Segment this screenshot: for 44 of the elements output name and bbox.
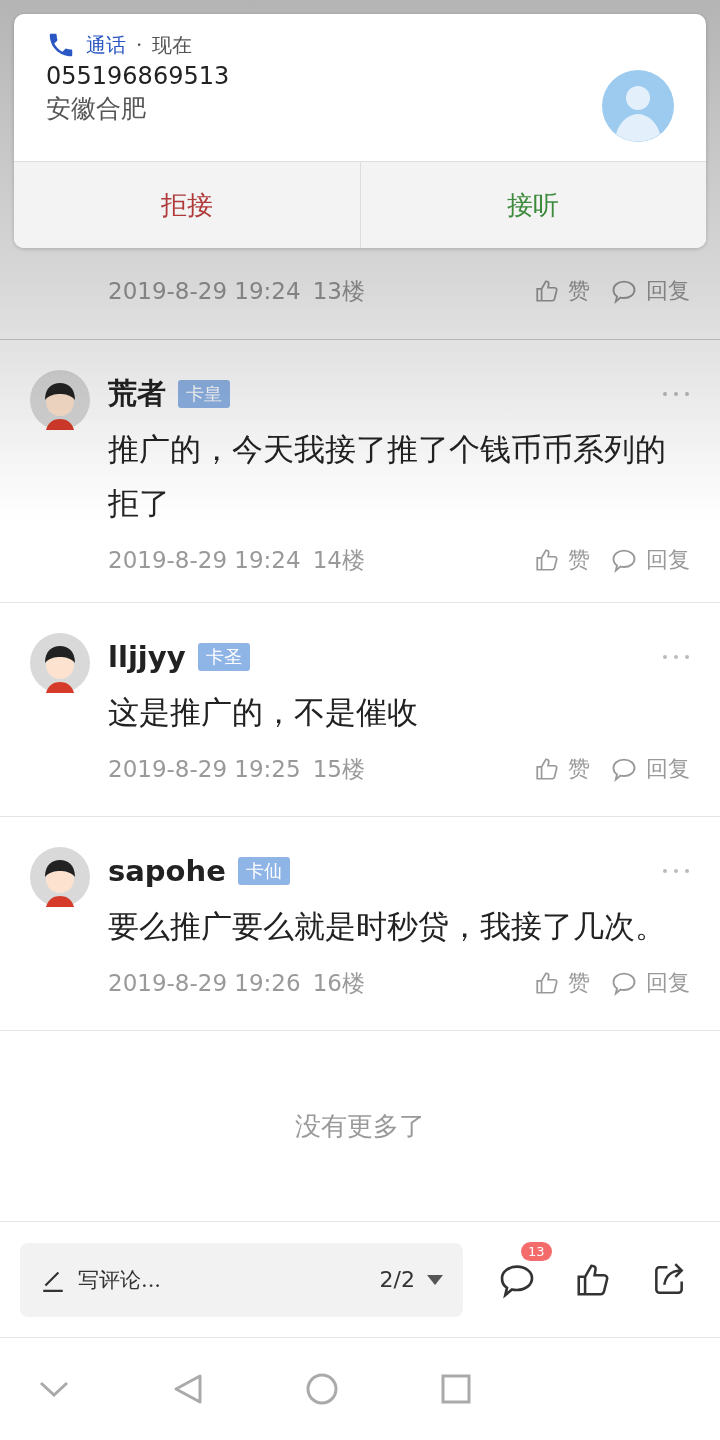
contact-avatar bbox=[602, 70, 674, 142]
comment-text: 这是推广的，不是催收 bbox=[108, 693, 419, 732]
thumbs-up-icon bbox=[534, 278, 560, 304]
rank-badge: 卡圣 bbox=[197, 643, 250, 671]
caller-location: 安徽合肥 bbox=[46, 93, 147, 125]
caret-icon[interactable] bbox=[427, 1274, 443, 1285]
notification-time: 现在 bbox=[152, 31, 193, 59]
app-name: 通话 bbox=[86, 31, 126, 59]
user-name[interactable]: sapohe bbox=[108, 854, 226, 888]
post-time: 2019-8-29 19:24 bbox=[108, 547, 301, 573]
post-time: 2019-8-29 19:26 bbox=[108, 970, 301, 996]
thumbs-up-icon bbox=[534, 970, 560, 996]
thumbs-up-icon bbox=[534, 756, 560, 782]
comment-input[interactable]: 写评论... 2/2 bbox=[20, 1242, 463, 1317]
reply-button[interactable]: 回复 bbox=[610, 968, 690, 998]
reply-button[interactable]: 回复 bbox=[610, 276, 690, 306]
rank-badge: 卡皇 bbox=[178, 380, 230, 408]
like-button[interactable]: 赞 bbox=[534, 968, 590, 998]
reply-button[interactable]: 回复 bbox=[610, 545, 690, 575]
user-avatar[interactable] bbox=[30, 370, 90, 430]
comment-text: 要么推广要么就是时秒贷，我接了几次。 bbox=[108, 907, 667, 946]
post-time: 2019-8-29 19:25 bbox=[108, 756, 301, 782]
floor-number: 14楼 bbox=[312, 545, 365, 575]
floor-number: 15楼 bbox=[312, 754, 365, 784]
separator-dot: · bbox=[136, 33, 143, 57]
count-badge: 13 bbox=[521, 1241, 552, 1261]
comment-text: 推广的，今天我接了推了个钱币币系列的拒了 bbox=[108, 430, 667, 523]
rank-badge: 卡仙 bbox=[237, 857, 290, 885]
like-button[interactable]: 赞 bbox=[534, 276, 590, 306]
like-button[interactable]: 赞 bbox=[534, 545, 590, 575]
user-name[interactable]: 荒者 bbox=[108, 374, 166, 414]
floor-number: 16楼 bbox=[312, 968, 365, 998]
thumbs-up-icon bbox=[534, 547, 560, 573]
user-avatar[interactable] bbox=[30, 633, 90, 693]
reply-button[interactable]: 回复 bbox=[610, 754, 690, 784]
user-name[interactable]: lljjyy bbox=[108, 640, 186, 674]
user-avatar[interactable] bbox=[30, 847, 90, 907]
page-selector[interactable]: 2/2 bbox=[379, 1267, 415, 1292]
floor-number: 13楼 bbox=[312, 276, 365, 306]
answer-button[interactable]: 接听 bbox=[359, 162, 706, 248]
end-of-list-text: 没有更多了 bbox=[295, 1109, 425, 1143]
like-button[interactable]: 赞 bbox=[534, 754, 590, 784]
caller-number: 055196869513 bbox=[46, 62, 231, 90]
post-time: 2019-8-29 19:24 bbox=[108, 278, 301, 304]
